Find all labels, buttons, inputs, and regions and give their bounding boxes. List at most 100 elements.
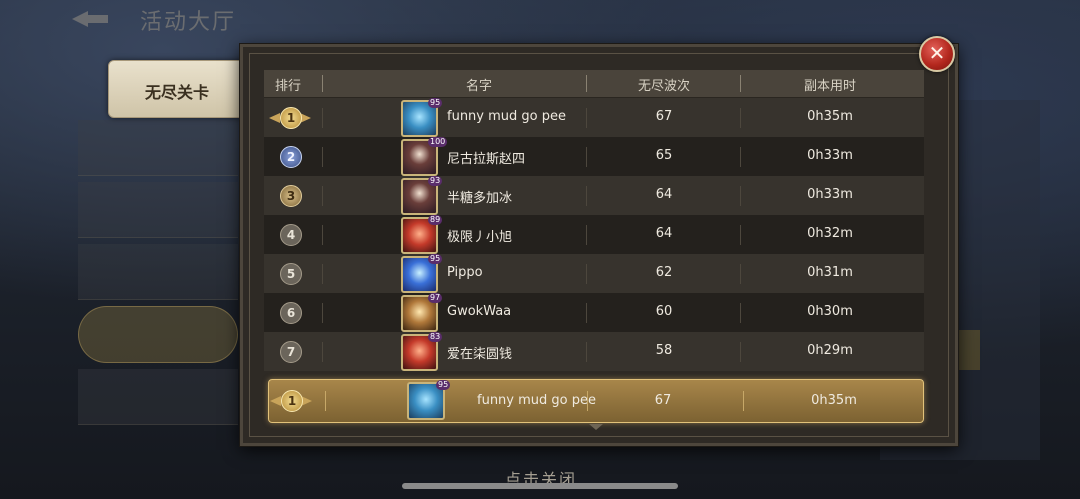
table-row[interactable]: 6 97 GwokWaa 60 0h30m [264,293,924,332]
back-arrow-icon [72,8,110,30]
row-divider [322,108,323,128]
row-divider [740,303,741,323]
row-divider [322,342,323,362]
waves-value: 67 [654,393,672,408]
player-name: 极限丿小旭 [447,230,513,245]
player-name: funny mud go pee [477,393,596,408]
row-divider [740,342,741,362]
header-divider [586,75,587,92]
rank-badge-icon: 1 [269,104,311,130]
row-divider [586,342,587,362]
table-row[interactable]: 5 95 Pippo 62 0h31m [264,254,924,293]
waves-value: 64 [655,226,673,241]
row-divider [586,186,587,206]
rank-badge-icon: 7 [277,338,303,364]
row-divider [322,147,323,167]
row-divider [743,391,744,411]
leaderboard-table: 排行 名字 无尽波次 副本用时 1 95 funny mud go pee 67 0h3… [264,70,924,371]
player-level: 95 [428,98,443,108]
time-value: 0h33m [807,187,853,202]
player-level: 95 [436,380,451,390]
player-name: 爱在柒圆钱 [447,347,513,362]
row-divider [586,303,587,323]
table-body: 1 95 funny mud go pee 67 0h35m 2 100 尼古拉斯赵四 65 0h… [264,98,924,371]
player-level: 83 [428,332,443,342]
header-time: 副本用时 [803,79,856,94]
tab-endless-stage[interactable]: 无尽关卡 [108,60,246,118]
table-row[interactable]: 1 95 funny mud go pee 67 0h35m [264,98,924,137]
player-level: 95 [428,254,443,264]
player-name: Pippo [447,265,483,280]
player-name: funny mud go pee [447,109,566,124]
rank-number: 1 [280,107,302,129]
time-value: 0h33m [807,148,853,163]
background-sidebar [78,120,238,480]
close-x-icon: ✕ [928,41,946,65]
rank-number: 4 [280,224,302,246]
header-divider [740,75,741,92]
row-divider [322,303,323,323]
badge-wing-left [270,396,281,406]
table-row[interactable]: 2 100 尼古拉斯赵四 65 0h33m [264,137,924,176]
row-divider [322,186,323,206]
tab-endless-stage-label: 无尽关卡 [145,83,210,102]
row-divider [740,147,741,167]
rank-number: 3 [280,185,302,207]
background-sidebar-item [78,244,238,300]
player-name: GwokWaa [447,304,512,319]
rank-badge-icon: 6 [277,299,303,325]
time-value: 0h29m [807,343,853,358]
row-divider [740,108,741,128]
header-rank: 排行 [274,79,301,94]
rank-number: 6 [280,302,302,324]
rank-number: 1 [281,390,303,412]
row-divider [322,264,323,284]
table-row[interactable]: 3 93 半糖多加冰 64 0h33m [264,176,924,215]
close-button[interactable]: ✕ [919,36,955,72]
waves-value: 65 [655,148,673,163]
table-row[interactable]: 4 89 极限丿小旭 64 0h32m [264,215,924,254]
time-value: 0h31m [807,265,853,280]
player-name: 尼古拉斯赵四 [447,152,526,167]
header-waves: 无尽波次 [637,79,690,94]
player-level: 97 [428,293,443,303]
waves-value: 62 [655,265,673,280]
badge-wing-left [269,113,280,123]
rank-number: 7 [280,341,302,363]
rank-badge-icon: 2 [277,143,303,169]
header-name: 名字 [465,79,492,94]
waves-value: 58 [655,343,673,358]
row-divider [740,264,741,284]
rank-badge-icon: 4 [277,221,303,247]
player-level: 89 [428,215,443,225]
background-sidebar-item [78,182,238,238]
rank-badge-icon: 5 [277,260,303,286]
time-value: 0h35m [811,393,857,408]
time-value: 0h35m [807,109,853,124]
row-divider [586,225,587,245]
home-indicator[interactable] [402,483,678,489]
rank-badge-icon: 1 [270,387,312,413]
player-level: 93 [428,176,443,186]
my-rank-row: 1 95 funny mud go pee 67 0h35m [268,379,924,423]
row-divider [586,147,587,167]
table-row[interactable]: 7 83 爱在柒圆钱 58 0h29m [264,332,924,371]
rank-number: 5 [280,263,302,285]
row-divider [586,264,587,284]
scroll-down-icon [589,424,603,430]
player-name: 半糖多加冰 [447,191,513,206]
background-title: 活动大厅 [140,10,237,35]
row-divider [740,186,741,206]
table-header: 排行 名字 无尽波次 副本用时 [264,70,924,98]
waves-value: 67 [655,109,673,124]
waves-value: 64 [655,187,673,202]
background-sidebar-item [78,120,238,176]
time-value: 0h30m [807,304,853,319]
player-level: 100 [428,137,448,147]
header-divider [322,75,323,92]
background-sidebar-item [78,306,238,363]
row-divider [322,225,323,245]
row-divider [740,225,741,245]
row-divider [325,391,326,411]
rank-badge-icon: 3 [277,182,303,208]
